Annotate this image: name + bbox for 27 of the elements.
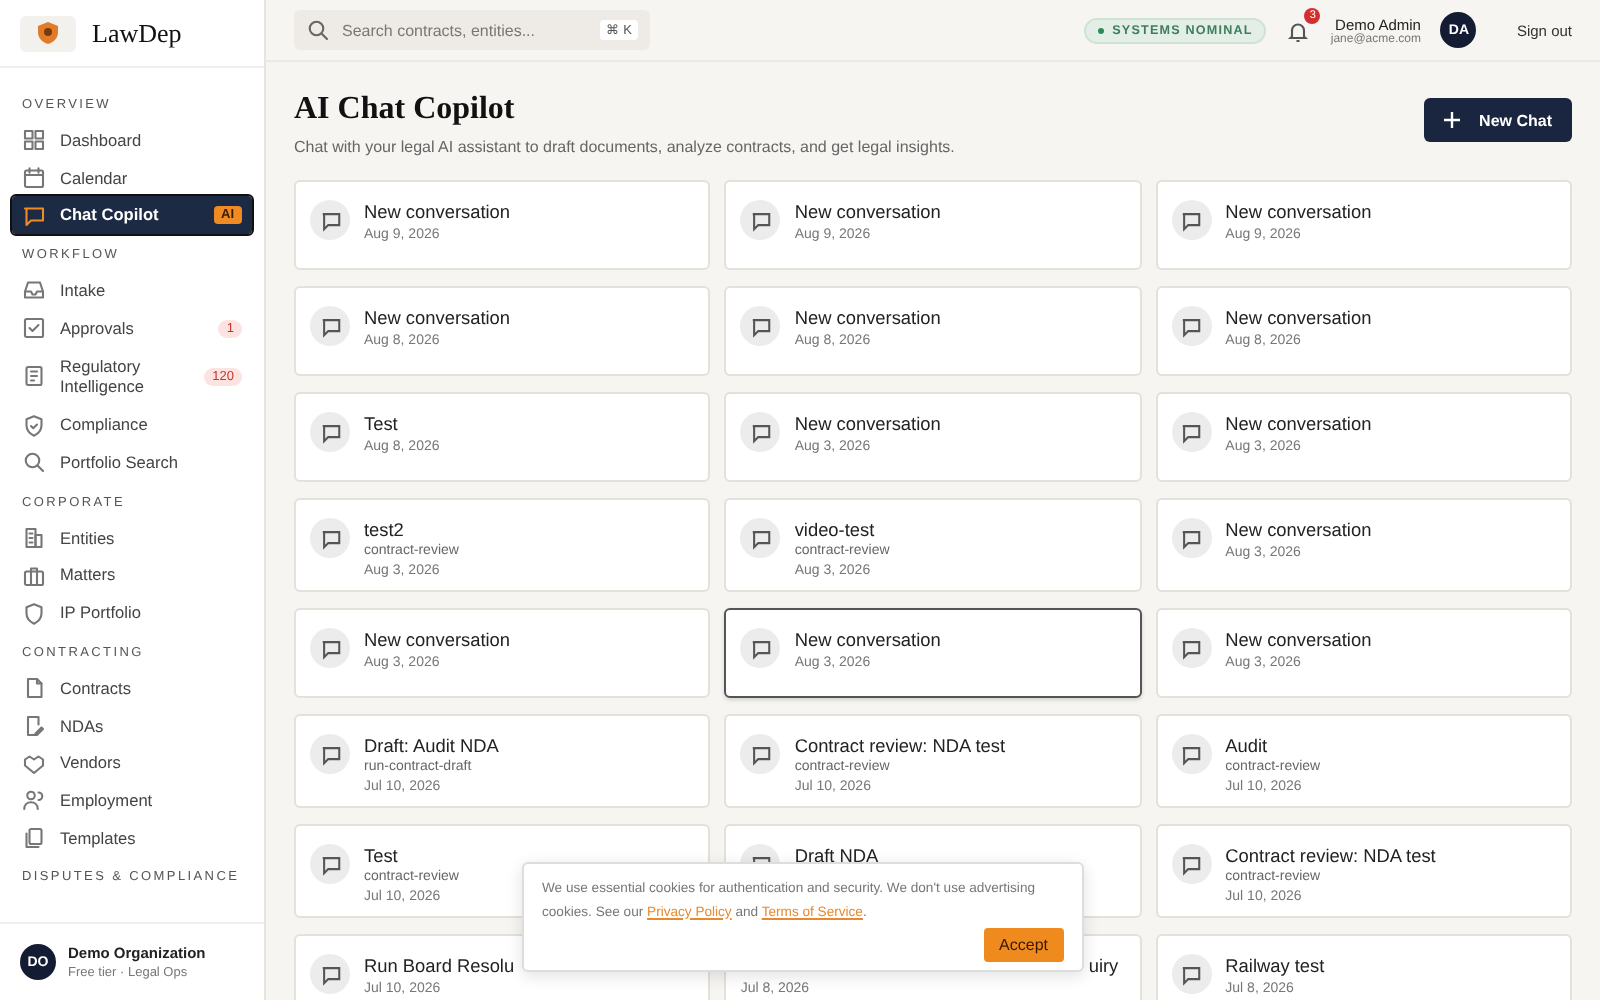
conversation-title: New conversation	[1225, 520, 1372, 540]
conversation-title: New conversation	[1225, 414, 1372, 434]
conversation-title: New conversation	[1225, 630, 1372, 650]
conversation-title: Audit	[1225, 736, 1270, 756]
conversation-title: Contract review: NDA test	[1225, 846, 1436, 866]
conversation-title: New conversation	[794, 202, 941, 222]
conversation-title: New conversation	[364, 630, 511, 650]
conversation-title: New conversation	[794, 308, 941, 328]
conversation-title: Test	[364, 846, 400, 866]
conversation-title: uiry	[1088, 956, 1119, 976]
conversation-title: Test	[364, 414, 400, 434]
conversation-title: Draft: Audit NDA	[364, 736, 499, 756]
conversation-title: Contract review: NDA test	[794, 736, 1006, 756]
conversation-title: New conversation	[794, 630, 941, 650]
conversation-title: New conversation	[364, 308, 511, 328]
conversation-title: test2	[364, 520, 406, 540]
conversation-title: New conversation	[1225, 202, 1372, 222]
conversation-title: Draft NDA	[794, 846, 879, 866]
conversation-title: New conversation	[794, 414, 941, 434]
conversation-title: Run Board Resolu	[364, 956, 515, 976]
page-subtitle: Chat with your legal AI assistant to draft documents, analyze contracts, and get legal insights.	[294, 138, 955, 156]
conversation-title: Railway test	[1225, 956, 1325, 976]
conversation-title: New conversation	[364, 202, 511, 222]
conversation-title: New conversation	[1225, 308, 1372, 328]
page-title: AI Chat Copilot	[294, 92, 517, 128]
brand-name: LawDep	[92, 17, 182, 49]
conversation-title: video-test	[794, 520, 877, 540]
